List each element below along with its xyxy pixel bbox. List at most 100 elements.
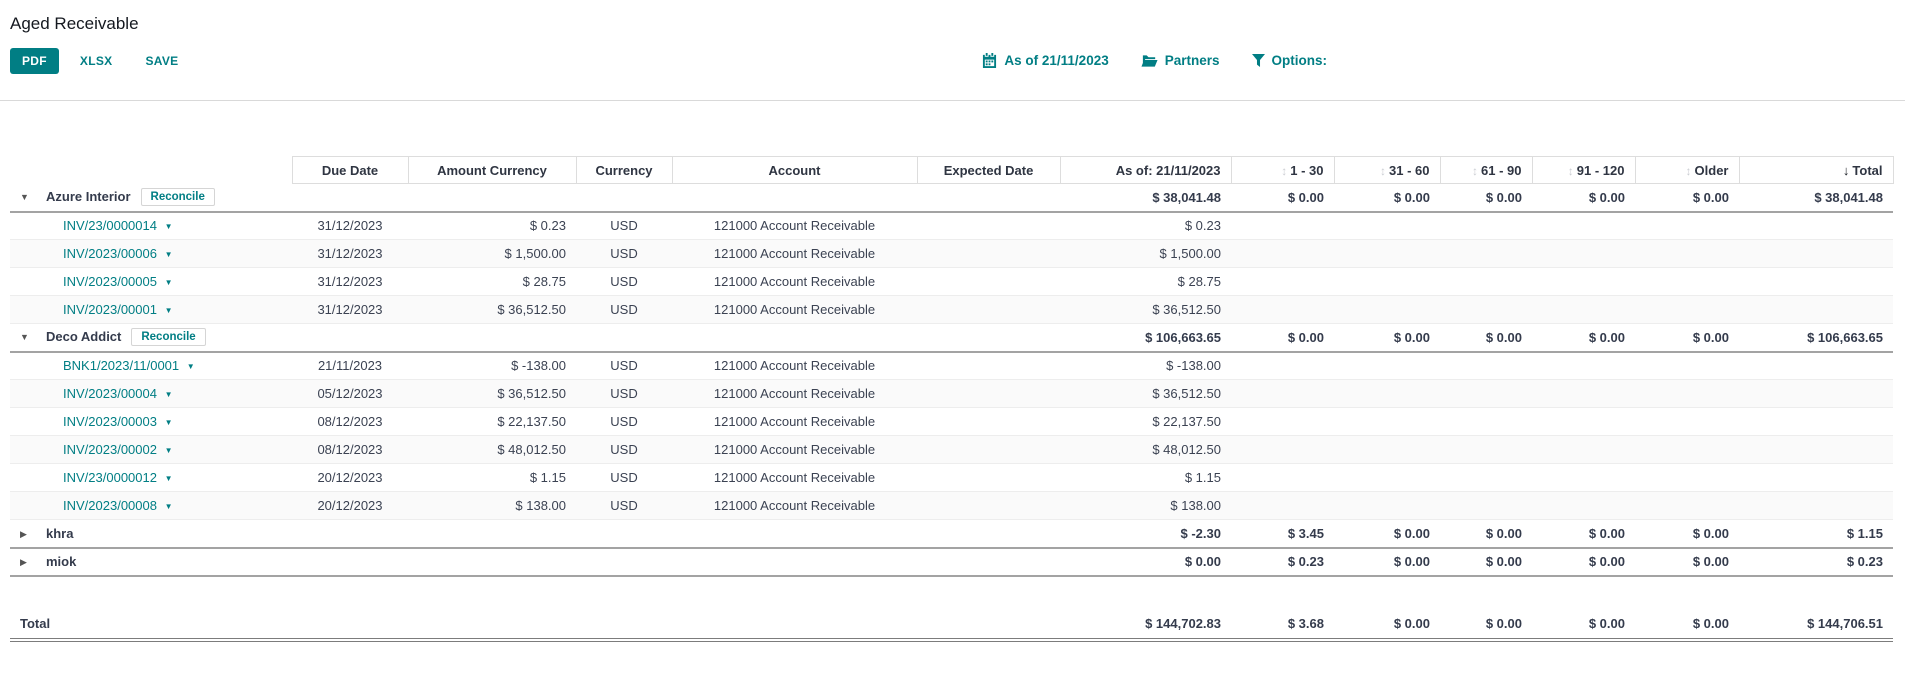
journal-entry-link[interactable]: INV/2023/00004 ▼ <box>63 386 173 401</box>
partner-p31_60-value: $ 0.00 <box>1334 548 1440 576</box>
column-header-p1-30[interactable]: ↕1 - 30 <box>1231 157 1334 184</box>
empty-cell <box>1532 240 1635 268</box>
journal-entry-link[interactable]: INV/23/0000012 ▼ <box>63 470 173 485</box>
column-header-total[interactable]: ↓Total <box>1739 157 1893 184</box>
as-of-cell: $ 1.15 <box>1060 464 1231 492</box>
currency-cell: USD <box>576 436 672 464</box>
ref-cell: INV/2023/00006 ▼ <box>10 240 292 268</box>
amount-currency-cell: $ -138.00 <box>408 352 576 380</box>
account-cell: 121000 Account Receivable <box>672 268 917 296</box>
as-of-cell: $ -138.00 <box>1060 352 1231 380</box>
journal-entry-link[interactable]: INV/2023/00008 ▼ <box>63 498 173 513</box>
empty-cell <box>1532 464 1635 492</box>
empty-cell <box>1739 408 1893 436</box>
due-date-cell: 08/12/2023 <box>292 408 408 436</box>
sort-icon: ↕ <box>1380 164 1386 178</box>
empty-cell <box>1440 212 1532 240</box>
caret-down-icon[interactable]: ▼ <box>20 192 46 202</box>
sort-icon: ↕ <box>1686 164 1692 178</box>
due-date-cell: 20/12/2023 <box>292 464 408 492</box>
reconcile-button[interactable]: Reconcile <box>131 328 205 346</box>
empty-cell <box>1532 436 1635 464</box>
journal-item-row: INV/2023/00004 ▼05/12/2023$ 36,512.50USD… <box>10 380 1893 408</box>
empty-cell <box>408 184 576 212</box>
partner-cell: ▶khra <box>10 520 292 548</box>
empty-cell <box>1739 352 1893 380</box>
empty-cell <box>1635 352 1739 380</box>
empty-cell <box>1334 240 1440 268</box>
expected-date-cell <box>917 408 1060 436</box>
caret-down-icon[interactable]: ▼ <box>20 332 46 342</box>
empty-cell <box>1635 296 1739 324</box>
empty-cell <box>576 610 672 640</box>
as-of-cell: $ 28.75 <box>1060 268 1231 296</box>
journal-entry-link[interactable]: INV/2023/00006 ▼ <box>63 246 173 261</box>
column-header-p91-120[interactable]: ↕91 - 120 <box>1532 157 1635 184</box>
journal-entry-link[interactable]: INV/23/0000014 ▼ <box>63 218 173 233</box>
column-header-p61-90[interactable]: ↕61 - 90 <box>1440 157 1532 184</box>
column-header-older[interactable]: ↕Older <box>1635 157 1739 184</box>
partner-row: ▶khra$ -2.30$ 3.45$ 0.00$ 0.00$ 0.00$ 0.… <box>10 520 1893 548</box>
account-cell: 121000 Account Receivable <box>672 240 917 268</box>
grand-total-row: Total$ 144,702.83$ 3.68$ 0.00$ 0.00$ 0.0… <box>10 610 1893 640</box>
empty-cell <box>917 184 1060 212</box>
column-header-currency: Currency <box>576 157 672 184</box>
empty-cell <box>1739 296 1893 324</box>
empty-cell <box>1635 492 1739 520</box>
expected-date-cell <box>917 436 1060 464</box>
options-filter[interactable]: Options: <box>1252 53 1328 68</box>
date-filter[interactable]: As of 21/11/2023 <box>982 53 1108 68</box>
journal-entry-link[interactable]: BNK1/2023/11/0001 ▼ <box>63 358 195 373</box>
dropdown-caret-icon: ▼ <box>165 502 173 511</box>
empty-cell <box>1635 380 1739 408</box>
grand-total-p1_30-value: $ 3.68 <box>1231 610 1334 640</box>
as-of-cell: $ 48,012.50 <box>1060 436 1231 464</box>
partner-name[interactable]: Azure Interior <box>46 189 131 204</box>
partner-name[interactable]: miok <box>46 554 76 569</box>
empty-cell <box>1739 464 1893 492</box>
grand-total-as_of-value: $ 144,702.83 <box>1060 610 1231 640</box>
partner-total-value: $ 38,041.48 <box>1739 184 1893 212</box>
partner-name[interactable]: khra <box>46 526 73 541</box>
journal-entry-link[interactable]: INV/2023/00002 ▼ <box>63 442 173 457</box>
partner-cell: ▼Azure Interior Reconcile <box>10 184 292 212</box>
as-of-cell: $ 22,137.50 <box>1060 408 1231 436</box>
partner-p1_30-value: $ 0.00 <box>1231 324 1334 352</box>
sort-icon: ↕ <box>1568 164 1574 178</box>
empty-cell <box>1231 464 1334 492</box>
due-date-cell: 05/12/2023 <box>292 380 408 408</box>
save-button[interactable]: SAVE <box>133 48 190 74</box>
as-of-cell: $ 138.00 <box>1060 492 1231 520</box>
column-header-as-of: As of: 21/11/2023 <box>1060 157 1231 184</box>
partner-cell: ▶miok <box>10 548 292 576</box>
reconcile-button[interactable]: Reconcile <box>141 188 215 206</box>
ref-cell: INV/2023/00004 ▼ <box>10 380 292 408</box>
empty-cell <box>1440 240 1532 268</box>
journal-entry-link[interactable]: INV/2023/00001 ▼ <box>63 302 173 317</box>
grand-total-total-value: $ 144,706.51 <box>1739 610 1893 640</box>
ref-cell: INV/2023/00001 ▼ <box>10 296 292 324</box>
empty-cell <box>1739 268 1893 296</box>
empty-cell <box>1440 464 1532 492</box>
empty-cell <box>917 520 1060 548</box>
as-of-cell: $ 0.23 <box>1060 212 1231 240</box>
caret-right-icon[interactable]: ▶ <box>20 529 46 540</box>
empty-cell <box>1231 240 1334 268</box>
empty-cell <box>672 548 917 576</box>
report-toolbar: PDF XLSX SAVE As of 21/11/2023 Partners <box>10 47 1905 74</box>
sort-icon: ↕ <box>1472 164 1478 178</box>
caret-right-icon[interactable]: ▶ <box>20 557 46 568</box>
partners-filter[interactable]: Partners <box>1141 53 1220 68</box>
journal-entry-link[interactable]: INV/2023/00003 ▼ <box>63 414 173 429</box>
column-header-p31-60[interactable]: ↕31 - 60 <box>1334 157 1440 184</box>
partner-name[interactable]: Deco Addict <box>46 329 121 344</box>
expected-date-cell <box>917 212 1060 240</box>
column-header-amount-currency: Amount Currency <box>408 157 576 184</box>
xlsx-button[interactable]: XLSX <box>68 48 125 74</box>
journal-item-row: INV/23/0000012 ▼20/12/2023$ 1.15USD12100… <box>10 464 1893 492</box>
partner-p1_30-value: $ 3.45 <box>1231 520 1334 548</box>
pdf-button[interactable]: PDF <box>10 48 59 74</box>
partner-older-value: $ 0.00 <box>1635 324 1739 352</box>
empty-cell <box>1635 408 1739 436</box>
journal-entry-link[interactable]: INV/2023/00005 ▼ <box>63 274 173 289</box>
